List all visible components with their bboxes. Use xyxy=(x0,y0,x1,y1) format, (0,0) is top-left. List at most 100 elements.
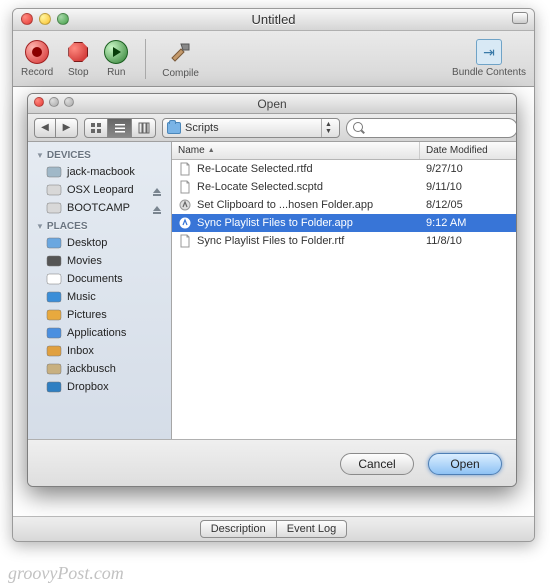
file-name: Sync Playlist Files to Folder.rtf xyxy=(197,235,344,247)
home-icon xyxy=(46,362,62,376)
sidebar-item-place[interactable]: Documents xyxy=(28,270,171,288)
sidebar-item-label: Documents xyxy=(67,273,123,285)
bundle-contents-button[interactable]: ⇥ Bundle Contents xyxy=(452,39,526,78)
sidebar-header-devices[interactable]: ▼DEVICES xyxy=(28,146,171,163)
list-view-button[interactable] xyxy=(108,118,132,138)
docs-icon xyxy=(46,272,62,286)
file-row[interactable]: Set Clipboard to ...hosen Folder.app8/12… xyxy=(172,196,516,214)
search-input[interactable] xyxy=(369,122,511,134)
zoom-icon[interactable] xyxy=(57,13,69,25)
open-button[interactable]: Open xyxy=(428,453,502,475)
file-date: 9/27/10 xyxy=(420,163,516,175)
run-button[interactable]: Run xyxy=(103,39,129,78)
toolbar-divider xyxy=(145,39,146,79)
file-row[interactable]: Re-Locate Selected.rtfd 9/27/10 xyxy=(172,160,516,178)
inbox-icon xyxy=(46,344,62,358)
file-row[interactable]: Sync Playlist Files to Folder.app 9:12 AM xyxy=(172,214,516,232)
hdd-icon xyxy=(46,201,62,215)
column-date[interactable]: Date Modified xyxy=(420,142,516,159)
sidebar[interactable]: ▼DEVICES jack-macbook OSX Leopard BOOTCAMP… xyxy=(28,142,172,439)
sidebar-item-place[interactable]: Pictures xyxy=(28,306,171,324)
stop-icon xyxy=(68,42,88,62)
close-icon[interactable] xyxy=(21,13,33,25)
path-label: Scripts xyxy=(185,122,317,134)
file-name: Re-Locate Selected.rtfd xyxy=(197,163,313,175)
file-list: Name▲ Date Modified Re-Locate Selected.r… xyxy=(172,142,516,439)
sidebar-item-label: Desktop xyxy=(67,237,107,249)
search-field[interactable] xyxy=(346,118,517,138)
sidebar-item-place[interactable]: Music xyxy=(28,288,171,306)
dialog-titlebar[interactable]: Open xyxy=(28,94,516,114)
file-row[interactable]: Re-Locate Selected.scptd9/11/10 xyxy=(172,178,516,196)
movies-icon xyxy=(46,254,62,268)
path-selector[interactable]: Scripts ▲▼ xyxy=(162,118,340,138)
compile-label: Compile xyxy=(162,68,199,79)
dialog-toolbar: ◀ ▶ Scripts ▲▼ xyxy=(28,114,516,142)
sort-asc-icon: ▲ xyxy=(208,147,215,154)
sidebar-item-device[interactable]: OSX Leopard xyxy=(28,181,171,199)
imac-icon xyxy=(46,165,62,179)
dialog-title: Open xyxy=(28,97,516,111)
record-button[interactable]: Record xyxy=(21,39,53,78)
sidebar-item-label: OSX Leopard xyxy=(67,184,134,196)
window-controls xyxy=(21,13,69,25)
sidebar-item-device[interactable]: BOOTCAMP xyxy=(28,199,171,217)
column-name[interactable]: Name▲ xyxy=(172,142,420,159)
file-icon xyxy=(178,198,192,212)
sidebar-item-place[interactable]: Desktop xyxy=(28,234,171,252)
zoom-icon xyxy=(64,97,74,107)
back-button[interactable]: ◀ xyxy=(34,118,56,138)
dialog-window-controls xyxy=(34,97,74,107)
dialog-footer: Cancel Open xyxy=(28,439,516,487)
sidebar-item-label: Applications xyxy=(67,327,126,339)
sidebar-item-place[interactable]: jackbusch xyxy=(28,360,171,378)
column-view-button[interactable] xyxy=(132,118,156,138)
icon-view-button[interactable] xyxy=(84,118,108,138)
search-icon xyxy=(353,122,365,134)
compile-button[interactable]: Compile xyxy=(162,38,199,79)
stop-label: Stop xyxy=(68,67,89,78)
sidebar-item-place[interactable]: Inbox xyxy=(28,342,171,360)
sidebar-header-places[interactable]: ▼PLACES xyxy=(28,217,171,234)
cancel-button[interactable]: Cancel xyxy=(340,453,414,475)
view-mode-group xyxy=(84,118,156,138)
eject-icon[interactable] xyxy=(153,202,167,214)
toolbar-toggle-icon[interactable] xyxy=(512,12,528,24)
apps-icon xyxy=(46,326,62,340)
record-icon xyxy=(25,40,49,64)
file-icon xyxy=(178,162,192,176)
minimize-icon xyxy=(49,97,59,107)
eject-icon[interactable] xyxy=(153,184,167,196)
bundle-label: Bundle Contents xyxy=(452,67,526,78)
file-row[interactable]: Sync Playlist Files to Folder.rtf11/8/10 xyxy=(172,232,516,250)
titlebar[interactable]: Untitled xyxy=(13,9,534,31)
forward-button[interactable]: ▶ xyxy=(56,118,78,138)
desktop-icon xyxy=(46,236,62,250)
file-date: 9:12 AM xyxy=(420,217,516,229)
tab-description[interactable]: Description xyxy=(200,520,277,538)
file-name: Sync Playlist Files to Folder.app xyxy=(197,217,353,229)
sidebar-item-device[interactable]: jack-macbook xyxy=(28,163,171,181)
sidebar-item-place[interactable]: Dropbox xyxy=(28,378,171,396)
file-name: Set Clipboard to ...hosen Folder.app xyxy=(197,199,373,211)
play-icon xyxy=(104,40,128,64)
file-rows[interactable]: Re-Locate Selected.rtfd9/27/10Re-Locate … xyxy=(172,160,516,439)
stop-button[interactable]: Stop xyxy=(65,39,91,78)
file-icon xyxy=(178,180,192,194)
tab-event-log[interactable]: Event Log xyxy=(277,520,348,538)
open-dialog: Open ◀ ▶ Scripts ▲▼ ▼ xyxy=(27,93,517,487)
file-icon xyxy=(178,216,192,230)
sidebar-item-label: Dropbox xyxy=(67,381,109,393)
dropbox-icon xyxy=(46,380,62,394)
music-icon xyxy=(46,290,62,304)
sidebar-item-place[interactable]: Applications xyxy=(28,324,171,342)
close-icon[interactable] xyxy=(34,97,44,107)
record-label: Record xyxy=(21,67,53,78)
disclosure-icon: ▼ xyxy=(36,151,44,160)
sidebar-item-place[interactable]: Movies xyxy=(28,252,171,270)
hammer-icon xyxy=(167,38,195,66)
folder-icon xyxy=(167,122,181,134)
watermark: groovyPost.com xyxy=(8,563,124,584)
file-name: Re-Locate Selected.scptd xyxy=(197,181,323,193)
minimize-icon[interactable] xyxy=(39,13,51,25)
